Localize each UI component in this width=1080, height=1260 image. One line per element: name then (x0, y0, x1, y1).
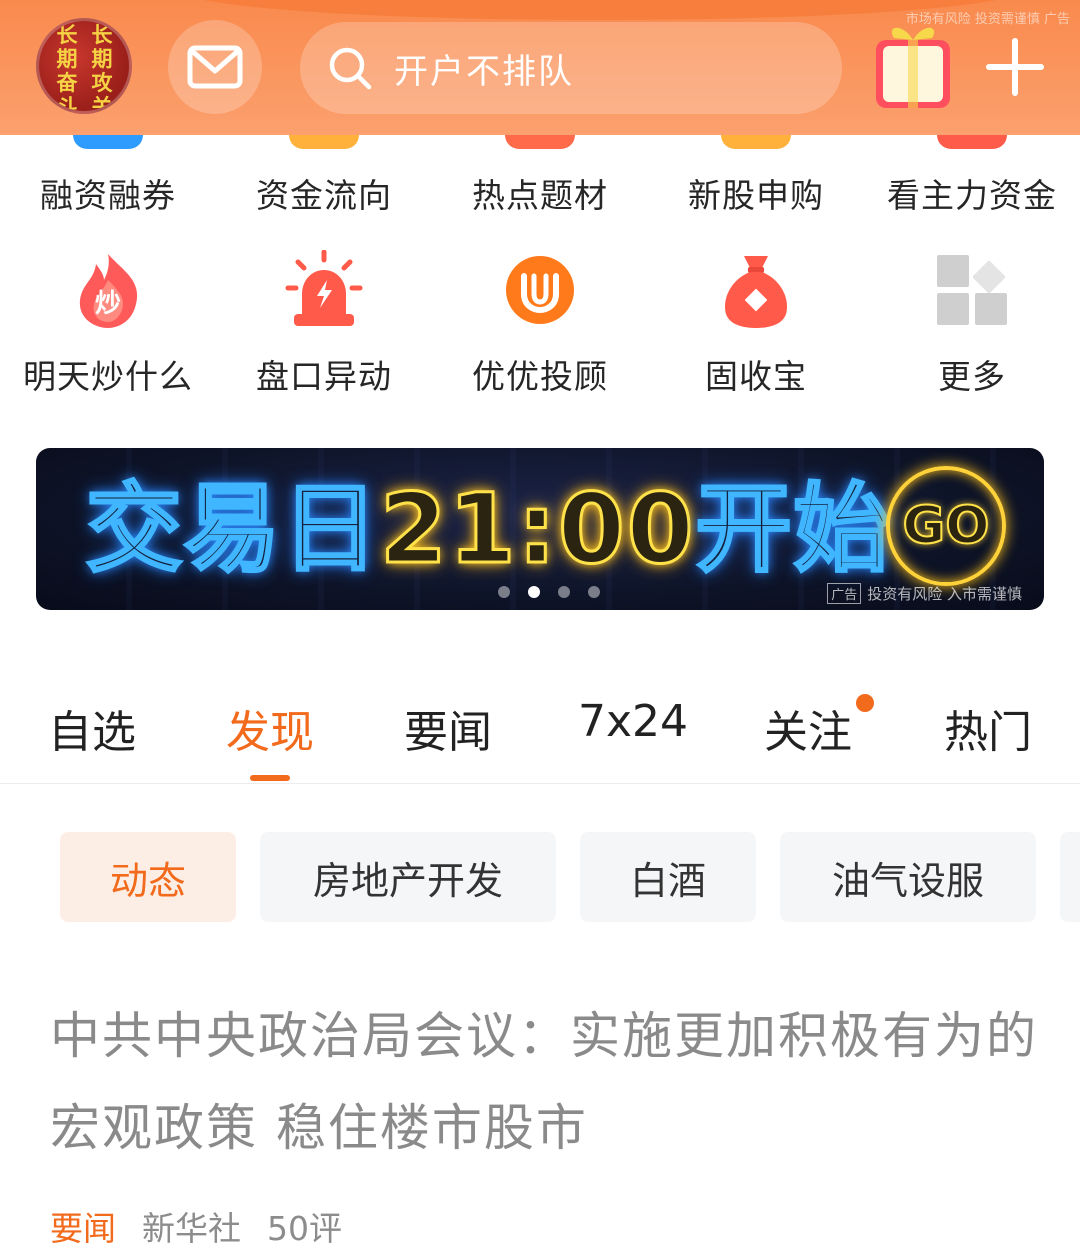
avatar-char: 攻 (91, 70, 113, 95)
avatar-char: 斗 (56, 94, 78, 114)
hot-topics-icon (505, 135, 575, 149)
tab-7x24[interactable]: 7x24 (578, 696, 688, 747)
avatar-char: 关 (91, 94, 113, 114)
search-placeholder: 开户不排队 (394, 51, 574, 92)
fund-flow-icon (289, 135, 359, 149)
tab-following[interactable]: 关注 (764, 696, 852, 760)
search-icon (329, 47, 372, 90)
grid-item-ipo-subscribe[interactable]: 新股申购 (648, 135, 864, 217)
chip-oil-gas-services[interactable]: 油气设服 (780, 832, 1036, 922)
avatar-char: 奋 (56, 70, 78, 95)
grid-item-uu-advisor[interactable]: 优优投顾 (432, 250, 648, 398)
gift-icon[interactable] (872, 22, 954, 112)
grid-item-more[interactable]: 更多 (864, 250, 1080, 398)
top-header: 长 长 期 期 奋 攻 斗 关 开户不排队 市场有风险 投资需谨慎 广告 (0, 0, 1080, 135)
active-tab-indicator (250, 775, 290, 781)
promo-banner[interactable]: 交易日21:00开始 GO 广告 投资有风险 入市需谨慎 (36, 448, 1044, 610)
grid-label: 融资融券 (40, 176, 176, 215)
main-funds-icon (937, 135, 1007, 149)
grid-label: 优优投顾 (472, 357, 608, 396)
go-badge: GO (886, 466, 1006, 586)
banner-text-trading-day: 交易日 (85, 473, 380, 586)
flame-icon: 炒 (68, 250, 148, 330)
grid-item-order-book-alerts[interactable]: 盘口异动 (216, 250, 432, 398)
quick-grid-row-1: 融资融券 资金流向 热点题材 新股申购 看主力资金 (0, 135, 1080, 217)
news-title[interactable]: 中共中央政治局会议：实施更加积极有为的宏观政策 稳住楼市股市 (50, 990, 1040, 1174)
grid-label: 更多 (938, 357, 1006, 396)
following-notification-dot (856, 694, 874, 712)
grid-item-margin-trading[interactable]: 融资融券 (0, 135, 216, 217)
pagination-dot-active[interactable] (528, 586, 540, 598)
top-ad-tag: 广告 (1043, 12, 1070, 27)
tab-headlines[interactable]: 要闻 (404, 696, 492, 760)
mail-button[interactable] (168, 20, 262, 114)
pagination-dot[interactable] (588, 586, 600, 598)
grid-label: 热点题材 (472, 176, 608, 215)
chip-liquor[interactable]: 白酒 (580, 832, 756, 922)
avatar-text: 长 长 期 期 奋 攻 斗 关 (39, 21, 129, 114)
banner-ad-tag: 广告 (827, 583, 862, 604)
news-source: 新华社 (142, 1209, 241, 1248)
pagination-dot[interactable] (558, 586, 570, 598)
grid-item-fixed-income[interactable]: 固收宝 (648, 250, 864, 398)
grid-item-main-funds[interactable]: 看主力资金 (864, 135, 1080, 217)
news-category[interactable]: 要闻 (50, 1202, 116, 1250)
grid-label: 资金流向 (256, 176, 392, 215)
alarm-icon (284, 250, 364, 330)
avatar-char: 长 (56, 22, 78, 47)
uu-logo-icon (500, 250, 580, 330)
chip-next-partial[interactable] (1060, 832, 1080, 922)
chip-real-estate[interactable]: 房地产开发 (260, 832, 556, 922)
plus-icon[interactable] (986, 38, 1044, 96)
main-tabs: 自选 发现 要闻 7x24 关注 热门 (0, 680, 1080, 784)
avatar[interactable]: 长 长 期 期 奋 攻 斗 关 (36, 18, 132, 114)
grid-item-fund-flow[interactable]: 资金流向 (216, 135, 432, 217)
news-meta: 要闻 新华社 50评 (50, 1202, 342, 1250)
more-grid-icon (932, 250, 1012, 330)
banner-text-start: 开始 (694, 473, 892, 586)
grid-item-hot-topics[interactable]: 热点题材 (432, 135, 648, 217)
chip-dynamics[interactable]: 动态 (60, 832, 236, 922)
go-text: GO (902, 495, 991, 557)
flame-badge-text: 炒 (95, 289, 121, 319)
banner-disclaimer-text: 投资有风险 入市需谨慎 (867, 585, 1022, 603)
grid-item-tomorrow-picks[interactable]: 炒 明天炒什么 (0, 250, 216, 398)
tab-discover[interactable]: 发现 (226, 696, 314, 760)
grid-label: 固收宝 (705, 357, 807, 396)
margin-trading-icon (73, 135, 143, 149)
avatar-char: 期 (91, 46, 113, 71)
grid-label: 看主力资金 (887, 176, 1057, 215)
banner-disclaimer: 广告 投资有风险 入市需谨慎 (827, 583, 1022, 604)
tab-hot[interactable]: 热门 (944, 696, 1032, 760)
money-bag-icon (716, 250, 796, 330)
grid-label: 新股申购 (688, 176, 824, 215)
header-decoration (180, 0, 1020, 20)
avatar-char: 期 (56, 46, 78, 71)
avatar-char: 长 (91, 22, 113, 47)
news-comments[interactable]: 50评 (267, 1202, 342, 1250)
quick-grid-row-2: 炒 明天炒什么 盘口异动 优优投顾 固收宝 更多 (0, 250, 1080, 398)
grid-label: 盘口异动 (256, 357, 392, 396)
ipo-icon (721, 135, 791, 149)
grid-label: 明天炒什么 (23, 357, 193, 396)
search-input[interactable]: 开户不排队 (300, 22, 842, 114)
banner-pagination[interactable] (498, 586, 600, 598)
banner-text-time: 21:00 (379, 473, 696, 586)
mail-icon (187, 45, 243, 89)
tab-watchlist[interactable]: 自选 (48, 696, 136, 760)
banner-headline: 交易日21:00开始 (85, 473, 892, 586)
pagination-dot[interactable] (498, 586, 510, 598)
